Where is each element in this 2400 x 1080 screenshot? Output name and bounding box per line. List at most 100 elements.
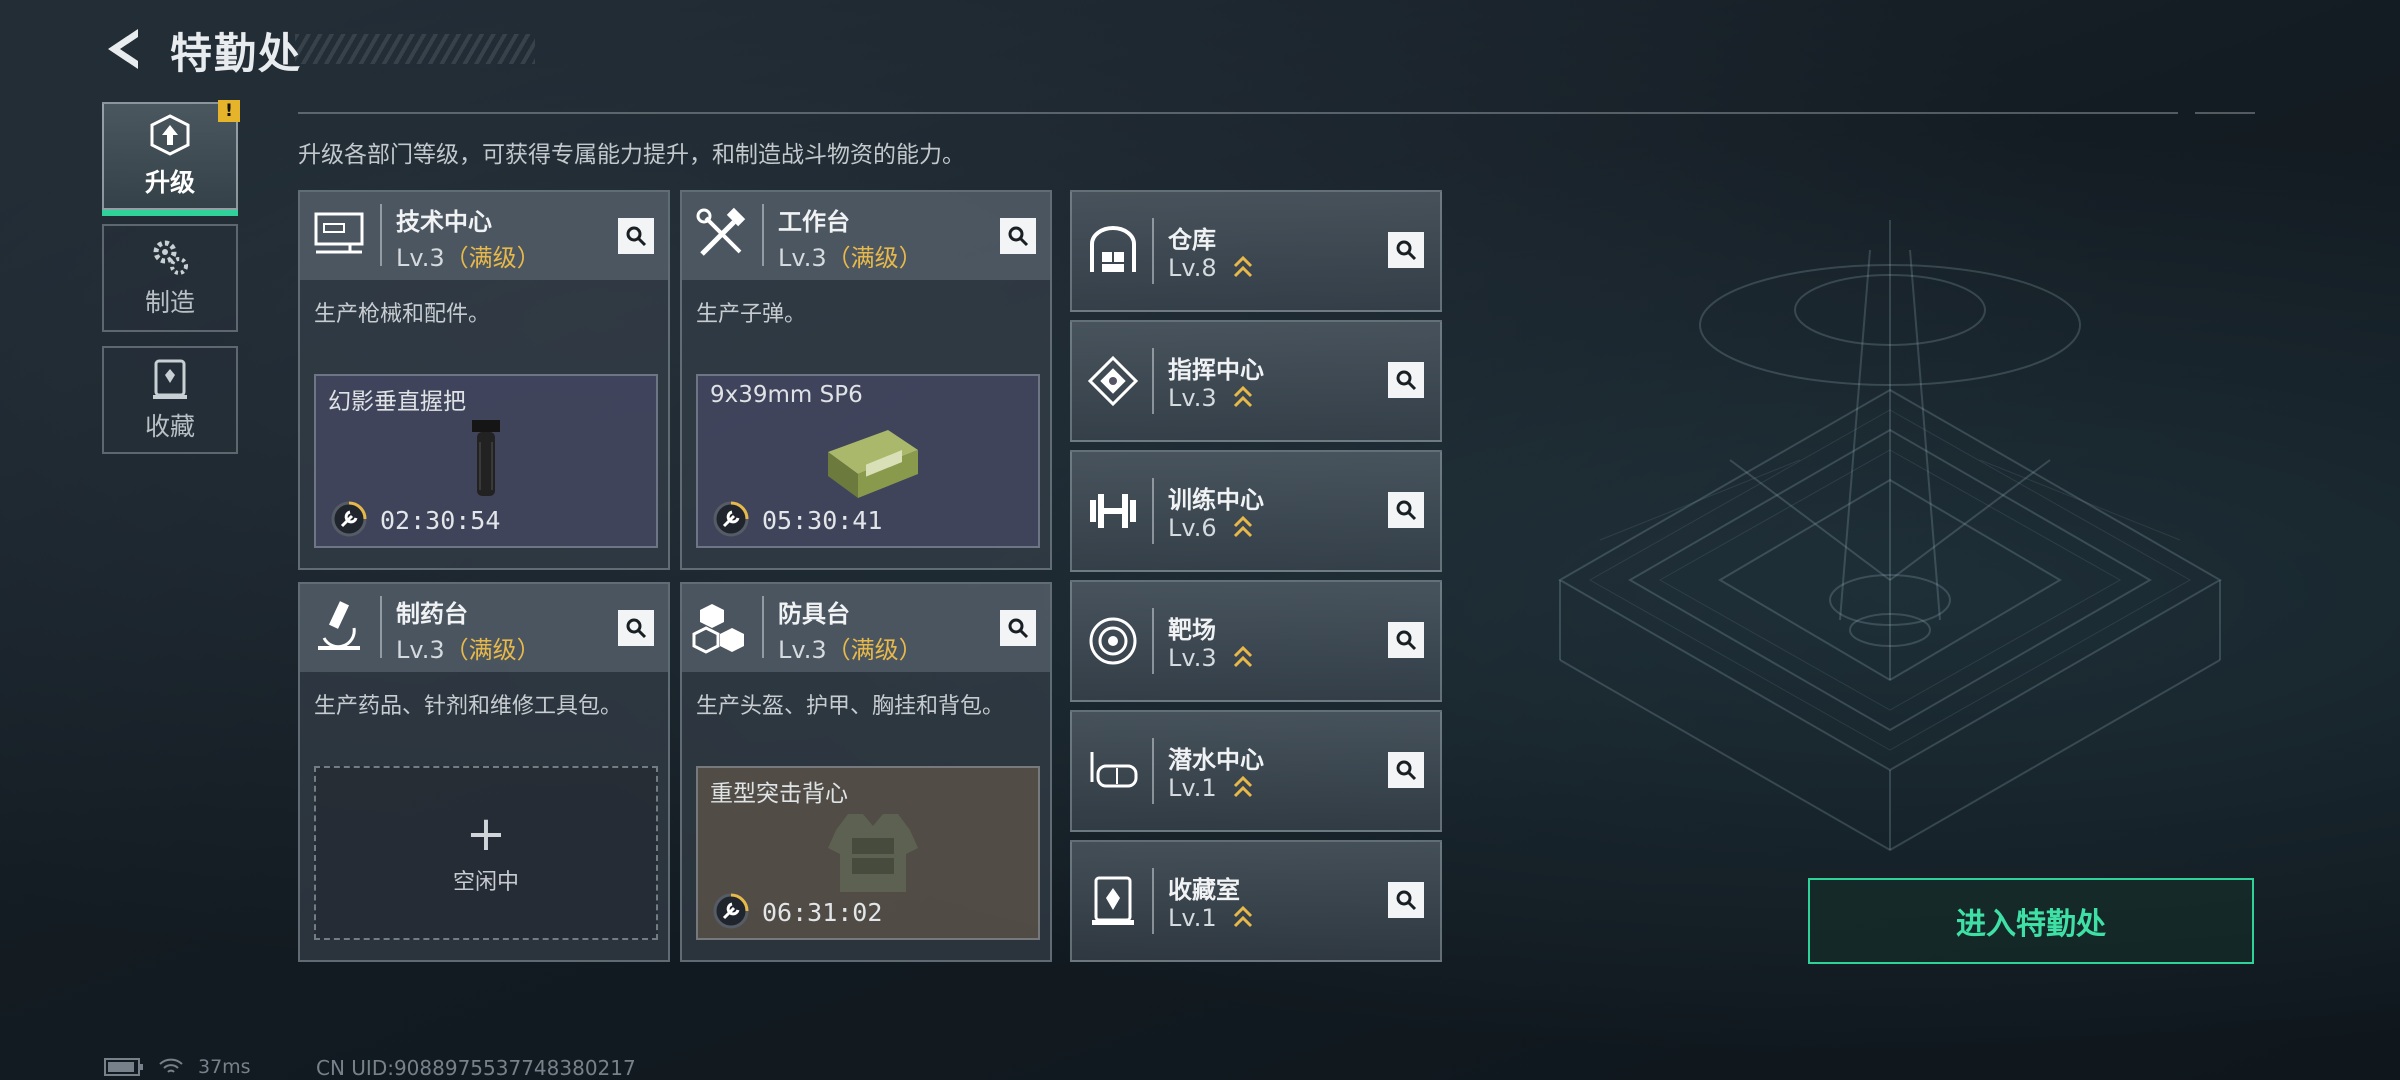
search-button[interactable] [1388,882,1424,918]
upgrade-chevron-icon [1233,645,1253,668]
room-name: 潜水中心 [1168,746,1264,774]
room-level: Lv.1 [1168,774,1217,802]
upgrade-chevron-icon [1233,775,1253,798]
upgrade-chevron-icon [1233,255,1253,278]
base-wireframe-illustration [1557,220,2223,852]
nav-label: 升级 [144,168,195,197]
dumbbell-icon [1090,494,1136,528]
max-level-tag: （满级） [444,244,541,272]
upgrade-chevron-icon [1233,905,1253,928]
room-name: 靶场 [1168,616,1216,644]
microscope-icon [318,601,360,650]
nav-tab-upgrade[interactable]: ! 升级 [102,100,240,216]
tools-icon [696,207,746,256]
search-button[interactable] [1000,610,1036,646]
facility-level: Lv.3（满级） [778,244,923,272]
ammo-box-item-icon [828,430,918,498]
max-level-tag: （满级） [826,244,923,272]
facility-name: 工作台 [778,208,850,236]
status-bar: 37ms [104,1056,251,1078]
wrench-timer-icon [713,501,749,537]
search-button[interactable] [1388,362,1424,398]
search-button[interactable] [1388,622,1424,658]
room-row-diving-center[interactable]: 潜水中心 Lv.1 [1070,710,1442,832]
room-name: 指挥中心 [1168,356,1264,384]
search-button[interactable] [618,610,654,646]
production-slot[interactable]: 幻影垂直握把 02:30:54 [314,374,658,548]
search-icon [1008,618,1029,639]
search-button[interactable] [618,218,654,254]
room-row-collection-room[interactable]: 收藏室 Lv.1 [1070,840,1442,962]
facility-level: Lv.3（满级） [396,244,541,272]
ping-label: 37ms [198,1056,251,1078]
search-icon [1396,240,1417,261]
upgrade-icon [150,114,190,156]
room-level: Lv.1 [1168,904,1217,932]
wrench-timer-icon [331,501,367,537]
wifi-icon [159,1058,183,1073]
nav-tab-craft[interactable]: 制造 [102,224,238,332]
chip-icon [1087,355,1139,407]
search-icon [1396,500,1417,521]
alert-badge: ! [218,100,240,122]
wrench-timer-icon [713,893,749,929]
search-icon [1396,890,1417,911]
plus-icon: + [465,806,507,862]
production-slot[interactable]: 重型突击背心 06:31:02 [696,766,1040,940]
back-arrow-icon[interactable] [100,24,150,74]
user-uid: CN UID:9088975537748380217 [316,1056,636,1080]
upgrade-chevron-icon [1233,515,1253,538]
item-name: 9x39mm SP6 [710,382,863,408]
room-row-command-center[interactable]: 指挥中心 Lv.3 [1070,320,1442,442]
trophy-cabinet-icon [1092,876,1134,925]
gears-icon [153,240,188,275]
room-row-training-center[interactable]: 训练中心 Lv.6 [1070,450,1442,572]
facility-name: 制药台 [396,600,468,628]
empty-production-slot[interactable]: + 空闲中 [314,766,658,940]
search-icon [1396,630,1417,651]
room-name: 仓库 [1168,226,1216,254]
room-level: Lv.3 [1168,644,1217,672]
battery-icon [104,1058,143,1076]
search-button[interactable] [1388,492,1424,528]
search-icon [1396,370,1417,391]
trophy-cabinet-icon [153,359,187,399]
room-name: 训练中心 [1168,486,1264,514]
search-button[interactable] [1388,232,1424,268]
room-row-warehouse[interactable]: 仓库 Lv.8 [1070,190,1442,312]
enter-special-ops-button[interactable]: 进入特勤处 [1808,878,2254,964]
armor-vest-item-icon [828,814,918,892]
upgrade-chevron-icon [1233,385,1253,408]
nav-label: 收藏 [144,412,195,441]
vertical-grip-item-icon [472,420,500,496]
production-timer: 06:31:02 [762,898,883,927]
page-description: 升级各部门等级，可获得专属能力提升，和制造战斗物资的能力。 [298,142,965,168]
search-button[interactable] [1388,752,1424,788]
facility-card-tech-center[interactable]: 技术中心 Lv.3（满级） 生产枪械和配件。 幻影垂直握把 02:30:54 [298,190,670,570]
search-icon [626,226,647,247]
facility-card-armory[interactable]: 防具台 Lv.3（满级） 生产头盔、护甲、胸挂和背包。 重型突击背心 06:31… [680,582,1052,962]
facility-card-workbench[interactable]: 工作台 Lv.3（满级） 生产子弹。 9x39mm SP6 05:30:41 [680,190,1052,570]
divider [298,112,2178,114]
nav-tab-collection[interactable]: 收藏 [102,346,238,454]
title-decoration [295,34,535,64]
max-level-tag: （满级） [444,636,541,664]
facility-card-pharmacy[interactable]: 制药台 Lv.3（满级） 生产药品、针剂和维修工具包。 + 空闲中 [298,582,670,962]
search-icon [626,618,647,639]
room-row-shooting-range[interactable]: 靶场 Lv.3 [1070,580,1442,702]
max-level-tag: （满级） [826,636,923,664]
idle-label: 空闲中 [452,870,519,895]
production-slot[interactable]: 9x39mm SP6 05:30:41 [696,374,1040,548]
production-timer: 02:30:54 [380,506,501,535]
cubes-icon [692,604,744,654]
computer-icon [314,212,364,254]
search-button[interactable] [1000,218,1036,254]
room-level: Lv.6 [1168,514,1217,542]
room-name: 收藏室 [1168,876,1240,904]
item-name: 重型突击背心 [710,781,848,807]
facility-description: 生产药品、针剂和维修工具包。 [314,694,623,719]
target-icon [1089,617,1137,665]
facility-name: 技术中心 [396,208,492,236]
facility-level: Lv.3（满级） [778,636,923,664]
facility-description: 生产头盔、护甲、胸挂和背包。 [696,694,1005,719]
